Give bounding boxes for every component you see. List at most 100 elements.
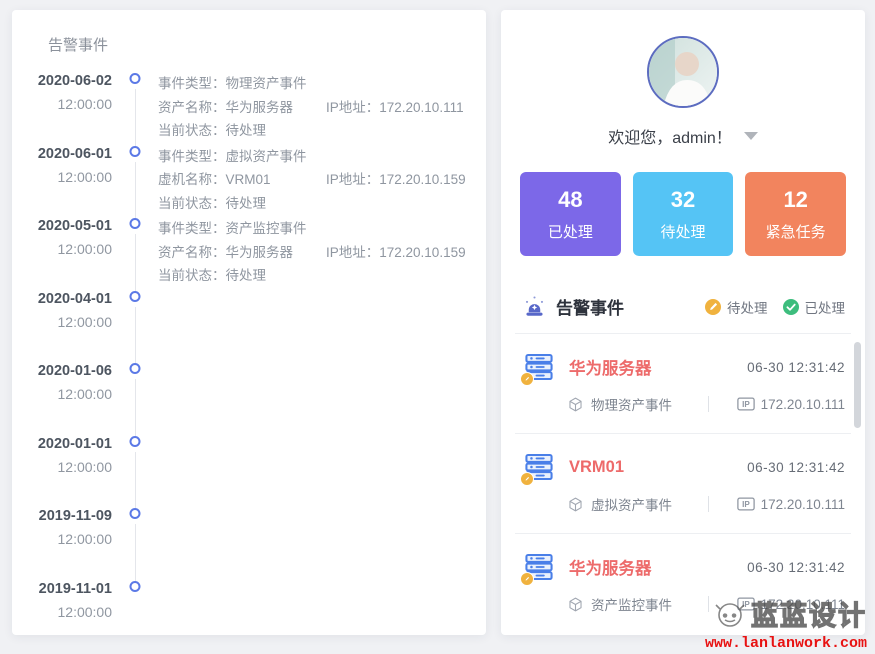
timeline-time: 12:00:00 xyxy=(12,96,112,112)
timeline-datecol: 2020-01-06 12:00:00 xyxy=(12,361,112,434)
category-hexagon-icon xyxy=(567,496,584,513)
ip-text: IP地址：172.20.10.159 xyxy=(326,241,466,265)
pending-badge-icon xyxy=(520,572,534,586)
event-asset-name[interactable]: 华为服务器 xyxy=(569,355,652,379)
legend-label: 待处理 xyxy=(727,297,768,317)
event-asset-name[interactable]: 华为服务器 xyxy=(569,555,652,579)
timeline-node-icon xyxy=(130,291,141,302)
section-title: 告警事件 xyxy=(556,294,624,319)
stat-card-pending[interactable]: 32 待处理 xyxy=(633,172,734,256)
avatar-photo xyxy=(649,38,717,106)
alarm-timeline: 2020-06-02 12:00:00 事件类型：物理资产事件 资产名称：华为服… xyxy=(12,71,486,651)
event-asset-name[interactable]: VRM01 xyxy=(569,458,624,477)
timeline-node-icon xyxy=(130,73,141,84)
user-dashboard-panel: 欢迎您，admin！ 48 已处理 32 待处理 12 紧急任务 告警事件 xyxy=(501,10,865,635)
asset-name-text: 资产名称：华为服务器 xyxy=(158,96,326,120)
timeline-entry: 2020-06-02 12:00:00 事件类型：物理资产事件 资产名称：华为服… xyxy=(12,71,486,144)
user-avatar[interactable] xyxy=(647,36,719,108)
timeline-date: 2020-06-01 xyxy=(12,146,112,162)
ip-text: IP地址：172.20.10.159 xyxy=(326,168,466,192)
timeline-datecol: 2020-04-01 12:00:00 xyxy=(12,289,112,362)
user-menu[interactable]: 欢迎您，admin！ xyxy=(501,124,865,148)
timeline-entry: 2019-11-01 12:00:00 xyxy=(12,579,486,652)
timeline-detail xyxy=(158,289,486,362)
stat-label: 紧急任务 xyxy=(766,221,826,242)
status-text: 当前状态：待处理 xyxy=(158,192,486,216)
timeline-time: 12:00:00 xyxy=(12,169,112,185)
timeline-date: 2020-01-01 xyxy=(12,436,112,452)
scrollbar-thumb[interactable] xyxy=(854,342,861,428)
alarm-event-list: 华为服务器 06-30 12:31:42 物理资产事件 IP xyxy=(515,333,851,633)
timeline-date: 2020-05-01 xyxy=(12,218,112,234)
timeline-detail: 事件类型：虚拟资产事件 虚机名称：VRM01IP地址：172.20.10.159… xyxy=(158,144,486,217)
timeline-entry: 2020-06-01 12:00:00 事件类型：虚拟资产事件 虚机名称：VRM… xyxy=(12,144,486,217)
category-hexagon-icon xyxy=(567,596,584,613)
timeline-datecol: 2020-06-01 12:00:00 xyxy=(12,144,112,217)
timeline-detail: 事件类型：物理资产事件 资产名称：华为服务器IP地址：172.20.10.111… xyxy=(158,71,486,144)
status-legend: 待处理 已处理 xyxy=(705,297,845,317)
status-text: 当前状态：待处理 xyxy=(158,119,486,143)
event-type: 虚拟资产事件 xyxy=(591,494,672,514)
pending-badge-icon xyxy=(520,372,534,386)
alarm-event-row[interactable]: 华为服务器 06-30 12:31:42 物理资产事件 IP xyxy=(515,333,851,433)
svg-text:IP: IP xyxy=(742,500,750,509)
asset-name-text: 资产名称：华为服务器 xyxy=(158,241,326,265)
ip-text: IP地址：172.20.10.111 xyxy=(326,96,464,120)
legend-label: 已处理 xyxy=(805,297,846,317)
alarm-event-row[interactable]: VRM01 06-30 12:31:42 虚拟资产事件 IP xyxy=(515,433,851,533)
timeline-entry: 2019-11-09 12:00:00 xyxy=(12,506,486,579)
timeline-connector xyxy=(135,89,136,147)
asset-name-text: 虚机名称：VRM01 xyxy=(158,168,326,192)
timeline-time: 12:00:00 xyxy=(12,386,112,402)
event-type-text: 事件类型：虚拟资产事件 xyxy=(158,145,486,169)
welcome-text: 欢迎您，admin！ xyxy=(608,124,732,148)
timeline-detail xyxy=(158,506,486,579)
timeline-date: 2020-01-06 xyxy=(12,363,112,379)
timeline-detail xyxy=(158,434,486,507)
stat-label: 已处理 xyxy=(548,221,593,242)
timeline-detail: 事件类型：资产监控事件 资产名称：华为服务器IP地址：172.20.10.159… xyxy=(158,216,486,289)
chevron-down-icon[interactable] xyxy=(744,132,758,140)
timeline-connector xyxy=(135,452,136,510)
timeline-node-icon xyxy=(130,581,141,592)
legend-pending: 待处理 xyxy=(705,297,768,317)
event-ip: 172.20.10.111 xyxy=(761,497,845,512)
ip-icon: IP xyxy=(737,497,755,511)
timeline-node-icon xyxy=(130,218,141,229)
timeline-datecol: 2019-11-01 12:00:00 xyxy=(12,579,112,652)
siren-icon xyxy=(523,295,546,318)
timeline-connector xyxy=(135,307,136,365)
stat-card-processed[interactable]: 48 已处理 xyxy=(520,172,621,256)
stat-card-urgent[interactable]: 12 紧急任务 xyxy=(745,172,846,256)
timeline-time: 12:00:00 xyxy=(12,604,112,620)
timeline-connector xyxy=(135,524,136,582)
timeline-connector xyxy=(135,234,136,292)
timeline-datecol: 2020-06-02 12:00:00 xyxy=(12,71,112,144)
event-ip: 172.20.10.111 xyxy=(761,397,845,412)
timeline-datecol: 2019-11-09 12:00:00 xyxy=(12,506,112,579)
check-circle-icon xyxy=(783,299,799,315)
alarm-section-header: 告警事件 待处理 已处理 xyxy=(523,294,845,319)
timeline-date: 2020-06-02 xyxy=(12,73,112,89)
timeline-time: 12:00:00 xyxy=(12,459,112,475)
category-hexagon-icon xyxy=(567,396,584,413)
event-datetime: 06-30 12:31:42 xyxy=(747,460,845,475)
stats-row: 48 已处理 32 待处理 12 紧急任务 xyxy=(520,172,846,256)
timeline-time: 12:00:00 xyxy=(12,314,112,330)
stat-value: 12 xyxy=(783,187,807,213)
watermark: 蓝蓝设计 www.lanlanwork.com xyxy=(705,594,867,652)
timeline-datecol: 2020-05-01 12:00:00 xyxy=(12,216,112,289)
watermark-brand: 蓝蓝设计 xyxy=(751,594,867,633)
status-text: 当前状态：待处理 xyxy=(158,264,486,288)
timeline-node-icon xyxy=(130,363,141,374)
event-type: 资产监控事件 xyxy=(591,594,672,614)
timeline-node-icon xyxy=(130,436,141,447)
timeline-date: 2019-11-01 xyxy=(12,581,112,597)
event-datetime: 06-30 12:31:42 xyxy=(747,360,845,375)
timeline-connector xyxy=(135,162,136,220)
ip-icon: IP xyxy=(737,397,755,411)
legend-done: 已处理 xyxy=(783,297,846,317)
svg-text:IP: IP xyxy=(742,400,750,409)
timeline-time: 12:00:00 xyxy=(12,531,112,547)
server-icon xyxy=(523,451,555,483)
